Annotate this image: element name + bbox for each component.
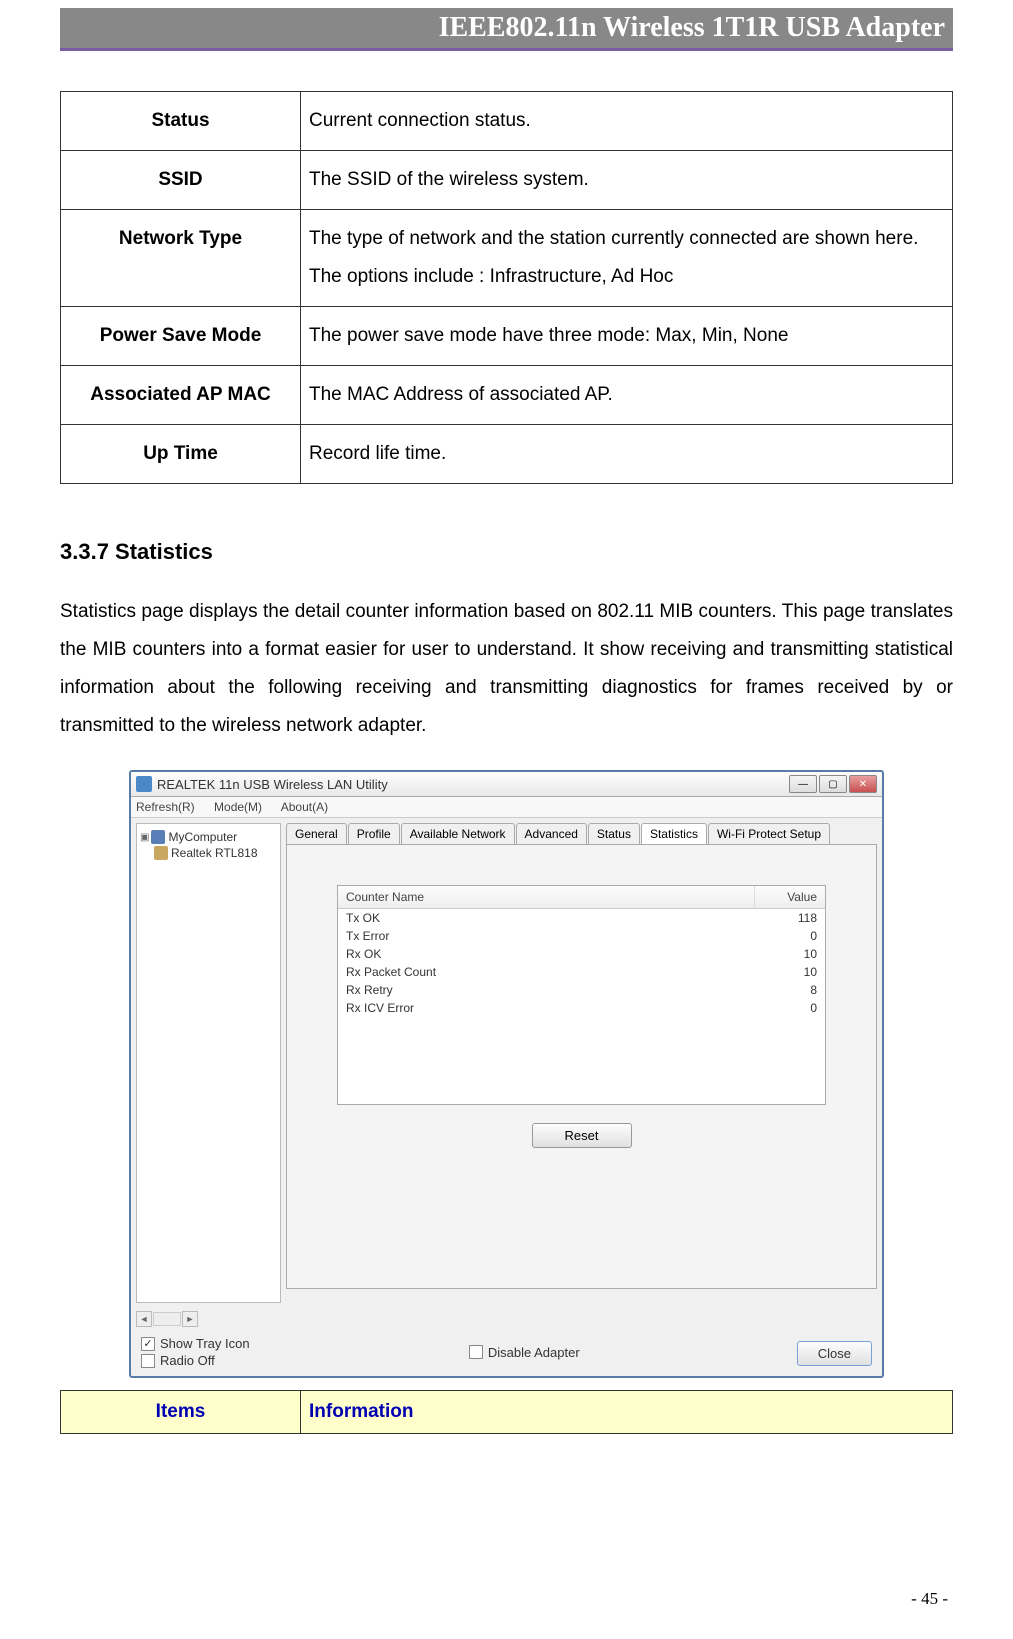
- reset-button[interactable]: Reset: [532, 1123, 632, 1148]
- menu-about[interactable]: About(A): [281, 800, 328, 814]
- horizontal-scrollbar[interactable]: ◄ ►: [136, 1311, 877, 1327]
- def-desc: Current connection status.: [301, 92, 953, 151]
- device-icon: [154, 846, 168, 860]
- stats-header: Counter Name Value: [338, 886, 825, 909]
- stats-row[interactable]: Tx OK118: [338, 909, 825, 927]
- items-table: Items Information: [60, 1390, 953, 1434]
- app-icon: [136, 776, 152, 792]
- definitions-table: StatusCurrent connection status.SSIDThe …: [60, 91, 953, 484]
- radio-off-label: Radio Off: [160, 1353, 215, 1368]
- window-title: REALTEK 11n USB Wireless LAN Utility: [157, 777, 789, 792]
- stat-name: Rx ICV Error: [338, 1000, 755, 1016]
- def-desc: The type of network and the station curr…: [301, 210, 953, 307]
- page-header-banner: IEEE802.11n Wireless 1T1R USB Adapter: [60, 8, 953, 51]
- tab-statistics[interactable]: Statistics: [641, 823, 707, 844]
- maximize-button[interactable]: ▢: [819, 775, 847, 793]
- tree-root-item[interactable]: ▣ MyComputer: [140, 829, 277, 845]
- def-desc: Record life time.: [301, 425, 953, 484]
- tab-general[interactable]: General: [286, 823, 347, 844]
- stat-name: Rx Retry: [338, 982, 755, 998]
- section-body-text: Statistics page displays the detail coun…: [60, 593, 953, 745]
- checkbox-icon: ✓: [141, 1337, 155, 1351]
- def-label: Status: [61, 92, 301, 151]
- stats-header-value[interactable]: Value: [755, 886, 825, 908]
- checkbox-icon: [141, 1354, 155, 1368]
- stats-listbox: Counter Name Value Tx OK118Tx Error0Rx O…: [337, 885, 826, 1105]
- checkbox-icon: [469, 1345, 483, 1359]
- menu-refresh[interactable]: Refresh(R): [136, 800, 195, 814]
- stat-value: 10: [755, 946, 825, 962]
- scroll-track[interactable]: [153, 1312, 181, 1326]
- stat-name: Rx Packet Count: [338, 964, 755, 980]
- tab-wi-fi-protect-setup[interactable]: Wi-Fi Protect Setup: [708, 823, 830, 844]
- bottom-bar: ✓ Show Tray Icon Radio Off Disable Adapt…: [131, 1330, 882, 1376]
- scroll-right-icon[interactable]: ►: [182, 1311, 198, 1327]
- stat-value: 8: [755, 982, 825, 998]
- minimize-button[interactable]: —: [789, 775, 817, 793]
- tab-advanced[interactable]: Advanced: [516, 823, 587, 844]
- close-window-button[interactable]: ✕: [849, 775, 877, 793]
- stats-row[interactable]: Rx OK10: [338, 945, 825, 963]
- close-button[interactable]: Close: [797, 1341, 872, 1366]
- stat-name: Tx Error: [338, 928, 755, 944]
- section-heading: 3.3.7 Statistics: [60, 539, 953, 565]
- stat-value: 0: [755, 928, 825, 944]
- tab-available-network[interactable]: Available Network: [401, 823, 515, 844]
- menu-mode[interactable]: Mode(M): [214, 800, 262, 814]
- def-desc: The SSID of the wireless system.: [301, 151, 953, 210]
- radio-off-checkbox[interactable]: Radio Off: [141, 1353, 469, 1368]
- def-label: Associated AP MAC: [61, 366, 301, 425]
- def-desc: The power save mode have three mode: Max…: [301, 307, 953, 366]
- stat-value: 118: [755, 910, 825, 926]
- tree-panel: ▣ MyComputer Realtek RTL818: [136, 823, 281, 1303]
- def-label: Power Save Mode: [61, 307, 301, 366]
- screenshot-wrapper: REALTEK 11n USB Wireless LAN Utility — ▢…: [129, 770, 884, 1378]
- stat-name: Tx OK: [338, 910, 755, 926]
- tree-child-label: Realtek RTL818: [171, 846, 258, 860]
- stat-value: 0: [755, 1000, 825, 1016]
- page-number: - 45 -: [911, 1589, 948, 1609]
- stats-row[interactable]: Rx Packet Count10: [338, 963, 825, 981]
- show-tray-checkbox[interactable]: ✓ Show Tray Icon: [141, 1336, 469, 1351]
- disable-adapter-checkbox[interactable]: Disable Adapter: [469, 1345, 797, 1360]
- def-desc: The MAC Address of associated AP.: [301, 366, 953, 425]
- def-label: SSID: [61, 151, 301, 210]
- tree-root-label: MyComputer: [168, 830, 237, 844]
- menubar: Refresh(R) Mode(M) About(A): [131, 797, 882, 818]
- stats-row[interactable]: Tx Error0: [338, 927, 825, 945]
- show-tray-label: Show Tray Icon: [160, 1336, 250, 1351]
- tab-profile[interactable]: Profile: [348, 823, 400, 844]
- window-controls: — ▢ ✕: [789, 775, 877, 793]
- items-header-label: Items: [61, 1391, 301, 1434]
- tree-child-item[interactable]: Realtek RTL818: [140, 845, 277, 861]
- scroll-left-icon[interactable]: ◄: [136, 1311, 152, 1327]
- stat-name: Rx OK: [338, 946, 755, 962]
- stats-row[interactable]: Rx ICV Error0: [338, 999, 825, 1017]
- content-panel: GeneralProfileAvailable NetworkAdvancedS…: [286, 823, 877, 1303]
- stat-value: 10: [755, 964, 825, 980]
- tab-status[interactable]: Status: [588, 823, 640, 844]
- main-area: ▣ MyComputer Realtek RTL818 GeneralProfi…: [131, 818, 882, 1308]
- computer-icon: [151, 830, 165, 844]
- def-label: Up Time: [61, 425, 301, 484]
- def-label: Network Type: [61, 210, 301, 307]
- titlebar: REALTEK 11n USB Wireless LAN Utility — ▢…: [131, 772, 882, 797]
- stats-header-name[interactable]: Counter Name: [338, 886, 755, 908]
- stats-row[interactable]: Rx Retry8: [338, 981, 825, 999]
- app-window: REALTEK 11n USB Wireless LAN Utility — ▢…: [129, 770, 884, 1378]
- tab-row: GeneralProfileAvailable NetworkAdvancedS…: [286, 823, 877, 844]
- items-header-info: Information: [301, 1391, 953, 1434]
- disable-adapter-label: Disable Adapter: [488, 1345, 580, 1360]
- tab-content: Counter Name Value Tx OK118Tx Error0Rx O…: [286, 844, 877, 1289]
